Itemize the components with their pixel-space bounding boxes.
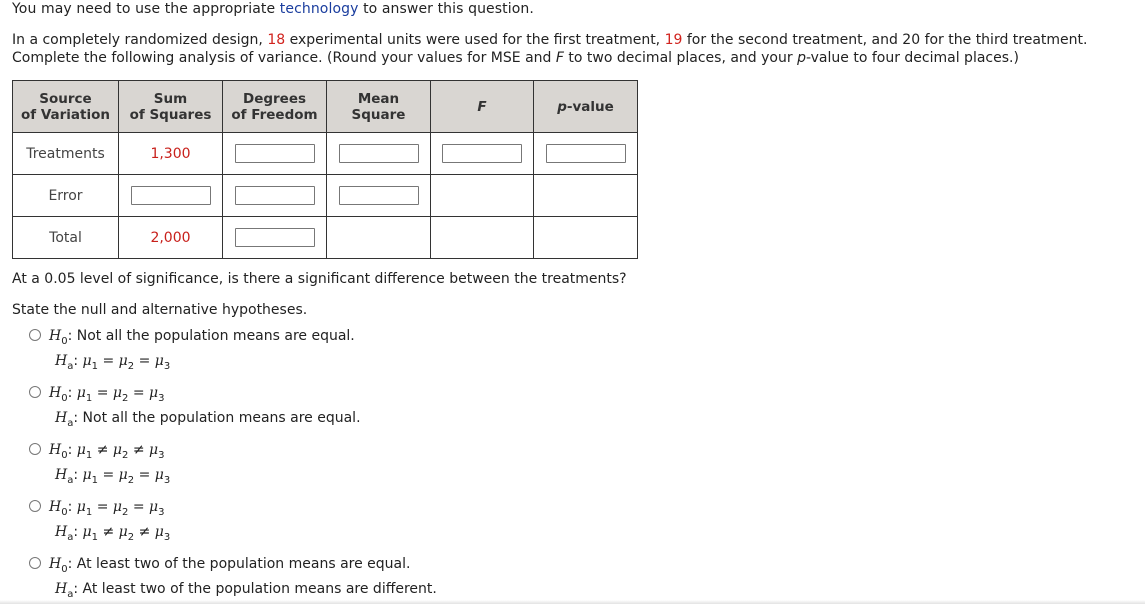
treatments-ss-value: 1,300 — [118, 132, 223, 175]
treatments-df-input[interactable] — [234, 144, 315, 163]
treatments-ms-input[interactable] — [338, 144, 419, 163]
p-italic: p — [797, 50, 806, 66]
alternative-hypothesis: Ha: At least two of the population means… — [55, 581, 437, 600]
alternative-hypothesis: Ha: μ1 = μ2 = μ3 — [55, 467, 171, 486]
empty-cell — [430, 174, 534, 217]
p-value-input[interactable] — [545, 144, 626, 163]
null-hypothesis: H0: μ1 = μ2 = μ3 — [49, 499, 165, 518]
null-hypothesis: H0: μ1 ≠ μ2 ≠ μ3 — [49, 442, 165, 461]
n-treatment-2: 19 — [664, 32, 683, 48]
question-text: In a completely randomized design, 18 ex… — [12, 31, 1127, 67]
alternative-hypothesis: Ha: μ1 = μ2 = μ3 — [55, 353, 171, 372]
significance-question: At a 0.05 level of significance, is ther… — [12, 271, 627, 287]
question-part: -value to four decimal places.) — [805, 50, 1019, 66]
empty-cell — [430, 216, 534, 259]
cell — [326, 132, 431, 175]
error-ss-input[interactable] — [130, 186, 211, 205]
anova-table: Source of Variation Sum of Squares Degrees… — [12, 80, 638, 259]
technology-link[interactable]: technology — [280, 1, 359, 17]
null-hypothesis: H0: At least two of the population means… — [49, 556, 411, 575]
header-degrees-of-freedom: Degrees of Freedom — [222, 80, 327, 133]
cell — [222, 174, 327, 217]
header-p-value: p-value — [533, 80, 638, 133]
radio-button[interactable] — [29, 557, 41, 569]
error-ms-input[interactable] — [338, 186, 419, 205]
null-hypothesis: H0: μ1 = μ2 = μ3 — [49, 385, 165, 404]
question-part: experimental units were used for the fir… — [285, 32, 665, 48]
state-hypotheses-prompt: State the null and alternative hypothese… — [12, 302, 308, 318]
row-label-error: Error — [12, 174, 119, 217]
alternative-hypothesis: Ha: Not all the population means are equ… — [55, 410, 361, 429]
question-part: In a completely randomized design, — [12, 32, 268, 48]
question-part: to two decimal places, and your — [563, 50, 798, 66]
cell — [533, 132, 638, 175]
radio-button[interactable] — [29, 500, 41, 512]
header-sum-of-squares: Sum of Squares — [118, 80, 223, 133]
cell — [222, 216, 327, 259]
empty-cell — [533, 174, 638, 217]
bottom-shadow — [0, 600, 1145, 604]
cell — [430, 132, 534, 175]
null-hypothesis: H0: Not all the population means are equ… — [49, 328, 355, 347]
technology-note: You may need to use the appropriate tech… — [12, 0, 534, 18]
empty-cell — [326, 216, 431, 259]
f-statistic-input[interactable] — [442, 144, 522, 163]
empty-cell — [533, 216, 638, 259]
radio-button[interactable] — [29, 386, 41, 398]
header-mean-square: Mean Square — [326, 80, 431, 133]
header-source: Source of Variation — [12, 80, 119, 133]
error-df-input[interactable] — [234, 186, 315, 205]
table-row-total: Total 2,000 — [12, 216, 638, 259]
header-row: Source of Variation Sum of Squares Degrees… — [12, 80, 638, 133]
radio-button[interactable] — [29, 443, 41, 455]
row-label-total: Total — [12, 216, 119, 259]
n-treatment-1: 18 — [267, 32, 286, 48]
cell — [326, 174, 431, 217]
table-row-treatments: Treatments 1,300 — [12, 132, 638, 175]
note-text-end: to answer this question. — [358, 1, 534, 17]
f-italic: F — [555, 50, 564, 66]
total-ss-value: 2,000 — [118, 216, 223, 259]
note-text: You may need to use the appropriate — [12, 1, 280, 17]
cell — [118, 174, 223, 217]
table-row-error: Error — [12, 174, 638, 217]
cell — [222, 132, 327, 175]
row-label-treatments: Treatments — [12, 132, 119, 175]
alternative-hypothesis: Ha: μ1 ≠ μ2 ≠ μ3 — [55, 524, 171, 543]
header-f: F — [430, 80, 534, 133]
radio-button[interactable] — [29, 329, 41, 341]
total-df-input[interactable] — [234, 228, 315, 247]
